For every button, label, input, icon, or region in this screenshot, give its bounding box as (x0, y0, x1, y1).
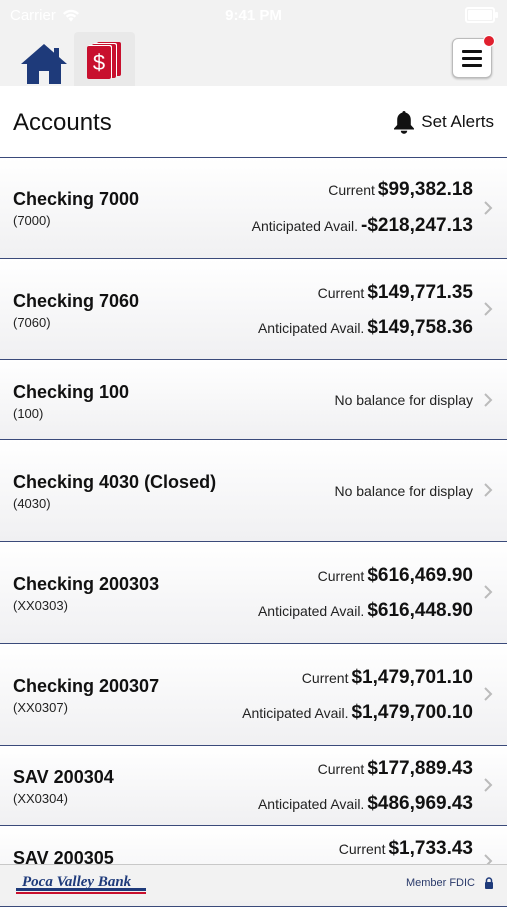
status-time: 9:41 PM (225, 6, 282, 24)
anticipated-balance: Anticipated Avail. $486,969.43 (258, 793, 473, 815)
account-row[interactable]: Checking 4030 (Closed) (4030) No balance… (0, 440, 507, 542)
account-row[interactable]: Checking 200307 (XX0307) Current $1,479,… (0, 644, 507, 746)
dollar-cards-icon: $ (87, 42, 121, 79)
account-name: Checking 200303 (13, 574, 160, 594)
current-balance: Current $1,733.43 (339, 838, 473, 860)
account-number: (4030) (13, 496, 51, 511)
account-name: Checking 7000 (13, 189, 140, 209)
current-label: Current (301, 670, 349, 686)
account-row[interactable]: Checking 200303 (XX0303) Current $616,46… (0, 542, 507, 644)
anticipated-balance: Anticipated Avail. $616,448.90 (258, 600, 473, 622)
anticipated-label: Anticipated Avail. (257, 603, 365, 619)
account-number: (XX0307) (13, 700, 68, 715)
menu-button[interactable] (452, 35, 495, 78)
account-row[interactable]: Checking 100 (100) No balance for displa… (0, 360, 507, 440)
member-fdic-label: Member FDIC (405, 877, 475, 889)
accounts-list: Checking 7000 (7000) Current $99,382.18 … (0, 158, 507, 907)
chevron-right-icon (484, 778, 493, 792)
chevron-right-icon (484, 585, 493, 599)
anticipated-label: Anticipated Avail. (257, 320, 365, 336)
notification-dot (483, 35, 495, 47)
svg-text:$: $ (93, 50, 105, 75)
current-value: $1,479,701.10 (351, 667, 473, 688)
current-label: Current (338, 841, 386, 857)
anticipated-label: Anticipated Avail. (251, 218, 358, 234)
account-name: SAV 200304 (13, 767, 114, 787)
current-balance: Current $149,771.35 (318, 282, 473, 304)
bank-logo: Poca Valley Bank (16, 874, 146, 894)
current-balance: Current $177,889.43 (318, 758, 473, 780)
account-number: (100) (13, 406, 44, 421)
current-value: $616,469.90 (367, 565, 473, 586)
set-alerts-button[interactable]: Set Alerts (393, 110, 494, 134)
current-balance: Current $99,382.18 (328, 179, 473, 201)
current-value: $177,889.43 (367, 758, 473, 779)
set-alerts-label: Set Alerts (421, 112, 494, 131)
no-balance-text: No balance for display (334, 483, 473, 499)
footer: Poca Valley Bank Member FDIC (0, 864, 507, 901)
chevron-right-icon (484, 302, 493, 316)
home-icon (21, 44, 67, 84)
current-value: $99,382.18 (377, 179, 473, 200)
anticipated-balance: Anticipated Avail. $149,758.36 (258, 317, 473, 339)
anticipated-label: Anticipated Avail. (257, 796, 365, 812)
account-number: (7060) (13, 315, 51, 330)
anticipated-value: $1,479,700.10 (351, 702, 473, 723)
battery-icon (465, 7, 498, 23)
account-row[interactable]: Checking 7000 (7000) Current $99,382.18 … (0, 158, 507, 259)
anticipated-balance: Anticipated Avail. $1,479,700.10 (242, 702, 473, 724)
current-value: $149,771.35 (367, 282, 473, 303)
top-nav: $ (0, 30, 507, 86)
account-row[interactable]: Checking 7060 (7060) Current $149,771.35… (0, 259, 507, 360)
anticipated-value: $616,448.90 (367, 600, 473, 621)
account-name: Checking 100 (13, 382, 130, 402)
account-name: Checking 4030 (Closed) (13, 472, 217, 492)
lock-icon (485, 877, 493, 889)
anticipated-value: $486,969.43 (367, 793, 473, 814)
chevron-right-icon (484, 483, 493, 497)
chevron-right-icon (484, 687, 493, 701)
account-row[interactable]: SAV 200304 (XX0304) Current $177,889.43 … (0, 746, 507, 826)
account-name: Checking 7060 (13, 291, 140, 311)
bank-name: Poca Valley Bank (22, 874, 132, 890)
current-label: Current (317, 568, 365, 584)
page-title: Accounts (13, 109, 112, 136)
current-label: Current (328, 182, 375, 198)
anticipated-label: Anticipated Avail. (242, 705, 349, 721)
current-balance: Current $616,469.90 (318, 565, 473, 587)
anticipated-balance: Anticipated Avail. -$218,247.13 (252, 215, 473, 237)
current-label: Current (317, 761, 365, 777)
tab-accounts[interactable]: $ (74, 32, 135, 86)
page-header: Accounts Set Alerts (0, 86, 507, 158)
account-number: (XX0304) (13, 791, 68, 806)
account-name: Checking 200307 (13, 676, 160, 696)
current-balance: Current $1,479,701.10 (302, 667, 473, 689)
hamburger-menu-icon (462, 50, 482, 71)
account-number: (7000) (13, 213, 51, 228)
no-balance-text: No balance for display (334, 392, 473, 408)
chevron-right-icon (484, 201, 493, 215)
tab-home[interactable] (16, 38, 72, 86)
status-bar: Carrier 9:41 PM (0, 0, 507, 30)
bell-icon (394, 111, 415, 134)
anticipated-value: $149,758.36 (367, 317, 473, 338)
anticipated-value: -$218,247.13 (361, 215, 473, 236)
account-number: (XX0303) (13, 598, 68, 613)
current-label: Current (317, 285, 365, 301)
current-value: $1,733.43 (388, 838, 473, 859)
chevron-right-icon (484, 393, 493, 407)
